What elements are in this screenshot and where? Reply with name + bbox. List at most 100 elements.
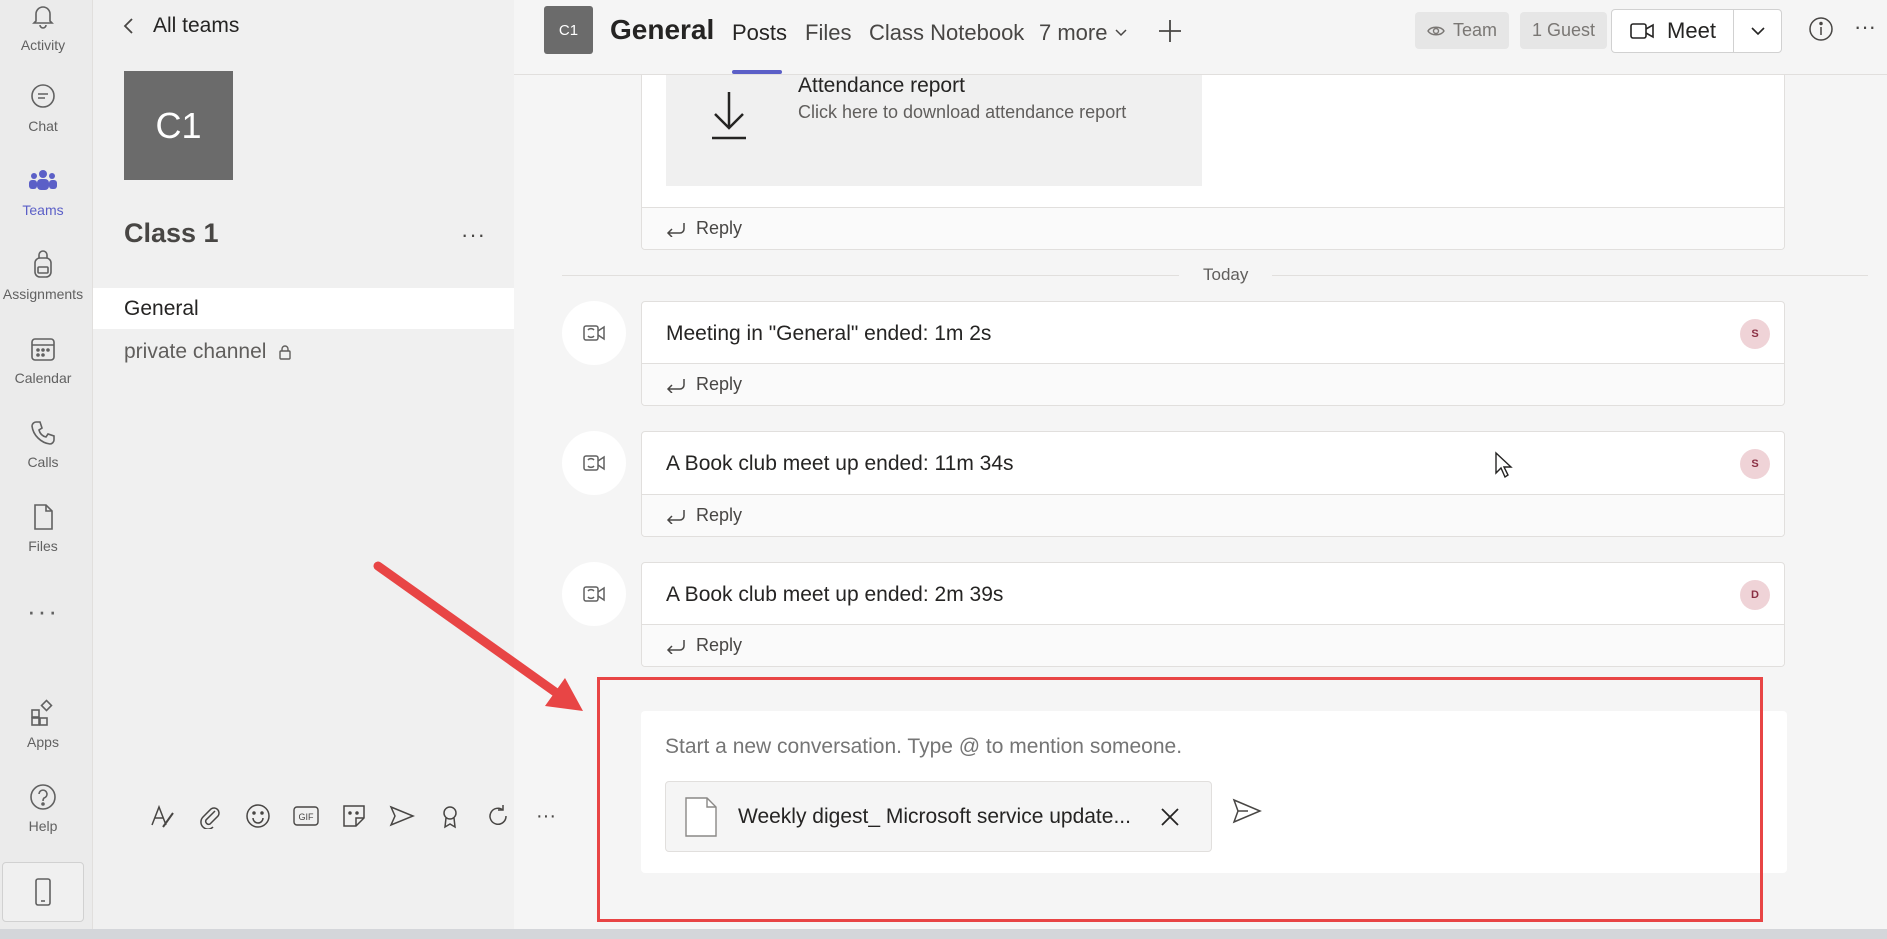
send-icon <box>1232 798 1262 824</box>
emoji-icon[interactable] <box>245 803 271 829</box>
reply-label: Reply <box>696 635 743 655</box>
tab-class-notebook[interactable]: Class Notebook <box>869 20 1024 46</box>
format-icon[interactable] <box>149 803 175 829</box>
backpack-icon <box>34 250 52 278</box>
mobile-phone-icon <box>35 878 51 906</box>
mobile-device-button[interactable] <box>2 862 84 922</box>
download-icon <box>712 92 746 140</box>
gif-icon[interactable]: GIF <box>293 803 319 829</box>
reply-button[interactable]: Reply <box>642 494 1784 536</box>
close-icon <box>1161 807 1179 826</box>
attendance-report-link[interactable]: Attendance report Click here to download… <box>666 75 1202 186</box>
apps-icon <box>31 699 53 726</box>
compose-message-input[interactable] <box>665 735 1665 759</box>
team-name: Class 1 <box>124 218 219 248</box>
appbar-activity[interactable]: Activity <box>0 0 86 54</box>
lock-icon <box>278 344 292 360</box>
appbar-label: Help <box>28 818 58 834</box>
attach-icon[interactable] <box>197 803 223 829</box>
tab-more[interactable]: 7 more <box>1039 20 1128 46</box>
meet-dropdown-button[interactable] <box>1734 10 1781 52</box>
meeting-icon-badge <box>562 431 626 495</box>
reply-label: Reply <box>696 505 743 525</box>
help-icon <box>30 784 56 810</box>
channel-title: General <box>610 14 715 45</box>
channel-avatar: C1 <box>544 6 593 54</box>
reply-button[interactable]: Reply <box>642 363 1784 405</box>
conversation-feed: Attendance report Click here to download… <box>514 75 1887 939</box>
meet-button-group: Meet <box>1611 9 1782 53</box>
send-button[interactable] <box>1232 798 1262 829</box>
appbar-calls[interactable]: Calls <box>0 406 86 482</box>
team-visibility-badge[interactable]: Team <box>1415 12 1510 49</box>
avatar[interactable]: S <box>1740 319 1770 349</box>
channel-header: C1 General Posts Files Class Notebook 7 … <box>514 0 1887 75</box>
sticker-icon[interactable] <box>341 803 367 829</box>
channel-item-private[interactable]: private channel <box>93 331 514 372</box>
post-title: A Book club meet up ended: 2m 39s <box>666 583 1004 606</box>
attendance-subtitle: Click here to download attendance report <box>798 102 1127 122</box>
reply-label: Reply <box>696 218 743 238</box>
avatar[interactable]: D <box>1740 580 1770 610</box>
remove-attachment-button[interactable] <box>1160 807 1180 827</box>
post-title: Meeting in "General" ended: 1m 2s <box>666 322 992 345</box>
add-tab-button[interactable] <box>1157 18 1183 49</box>
team-more-options-button[interactable]: ··· <box>461 222 486 248</box>
appbar-files[interactable]: Files <box>0 490 86 566</box>
mouse-cursor-icon <box>1494 451 1514 484</box>
avatar[interactable]: S <box>1740 449 1770 479</box>
document-icon <box>685 796 717 837</box>
post-card: A Book club meet up ended: 11m 34s S Rep… <box>641 431 1785 537</box>
video-camera-icon <box>1630 23 1654 39</box>
chevron-left-icon <box>123 18 133 34</box>
appbar-help[interactable]: Help <box>0 770 86 846</box>
tab-active-indicator <box>732 70 782 74</box>
attachment-chip[interactable]: Weekly digest_ Microsoft service update.… <box>665 781 1212 852</box>
channel-item-general[interactable]: General <box>93 288 514 329</box>
all-teams-label: All teams <box>153 14 240 37</box>
channel-label: General <box>124 296 199 320</box>
post-card: A Book club meet up ended: 2m 39s D Repl… <box>641 562 1785 667</box>
reply-arrow-icon <box>666 378 685 393</box>
post-title: A Book club meet up ended: 11m 34s <box>666 452 1014 475</box>
reply-label: Reply <box>696 374 743 394</box>
window-bottom-border <box>0 929 1887 939</box>
bell-icon <box>32 6 54 29</box>
header-more-button[interactable]: ··· <box>1854 14 1876 40</box>
appbar-teams[interactable]: Teams <box>0 154 86 230</box>
more-options-icon[interactable]: ··· <box>533 803 559 829</box>
praise-icon[interactable] <box>437 803 463 829</box>
appbar-chat[interactable]: Chat <box>0 70 86 146</box>
teams-icon <box>29 170 57 190</box>
all-teams-link[interactable]: All teams <box>123 14 239 38</box>
appbar-label: Files <box>28 538 58 554</box>
appbar-calendar[interactable]: Calendar <box>0 322 86 398</box>
appbar-assignments[interactable]: Assignments <box>0 238 86 314</box>
meet-label: Meet <box>1667 18 1716 43</box>
meet-button[interactable]: Meet <box>1612 10 1734 52</box>
tab-more-label: 7 more <box>1039 20 1108 45</box>
tab-files[interactable]: Files <box>805 20 851 46</box>
meeting-icon-badge <box>562 562 626 626</box>
app-bar: Activity Chat Teams Assignments Calendar… <box>0 0 93 939</box>
appbar-label: Teams <box>22 202 64 218</box>
tab-posts[interactable]: Posts <box>732 20 787 46</box>
appbar-apps[interactable]: Apps <box>0 686 86 762</box>
appbar-more-button[interactable]: ··· <box>0 596 86 627</box>
meeting-icon-badge <box>562 301 626 365</box>
team-badge-label: Team <box>1453 20 1498 40</box>
reply-button[interactable]: Reply <box>642 207 1784 249</box>
guest-badge[interactable]: 1 Guest <box>1520 12 1608 49</box>
chevron-down-icon <box>1115 29 1128 37</box>
info-icon <box>1809 17 1833 41</box>
reply-button[interactable]: Reply <box>642 624 1784 666</box>
calendar-icon <box>31 338 55 361</box>
appbar-label: Chat <box>28 118 58 134</box>
loop-icon[interactable] <box>485 803 511 829</box>
channel-info-button[interactable] <box>1808 16 1834 47</box>
meeting-ended-icon <box>583 455 605 471</box>
compose-toolbar: GIF ··· <box>149 796 559 836</box>
reply-arrow-icon <box>666 222 685 237</box>
meet-now-icon[interactable] <box>389 803 415 829</box>
attachment-filename: Weekly digest_ Microsoft service update.… <box>738 804 1131 828</box>
